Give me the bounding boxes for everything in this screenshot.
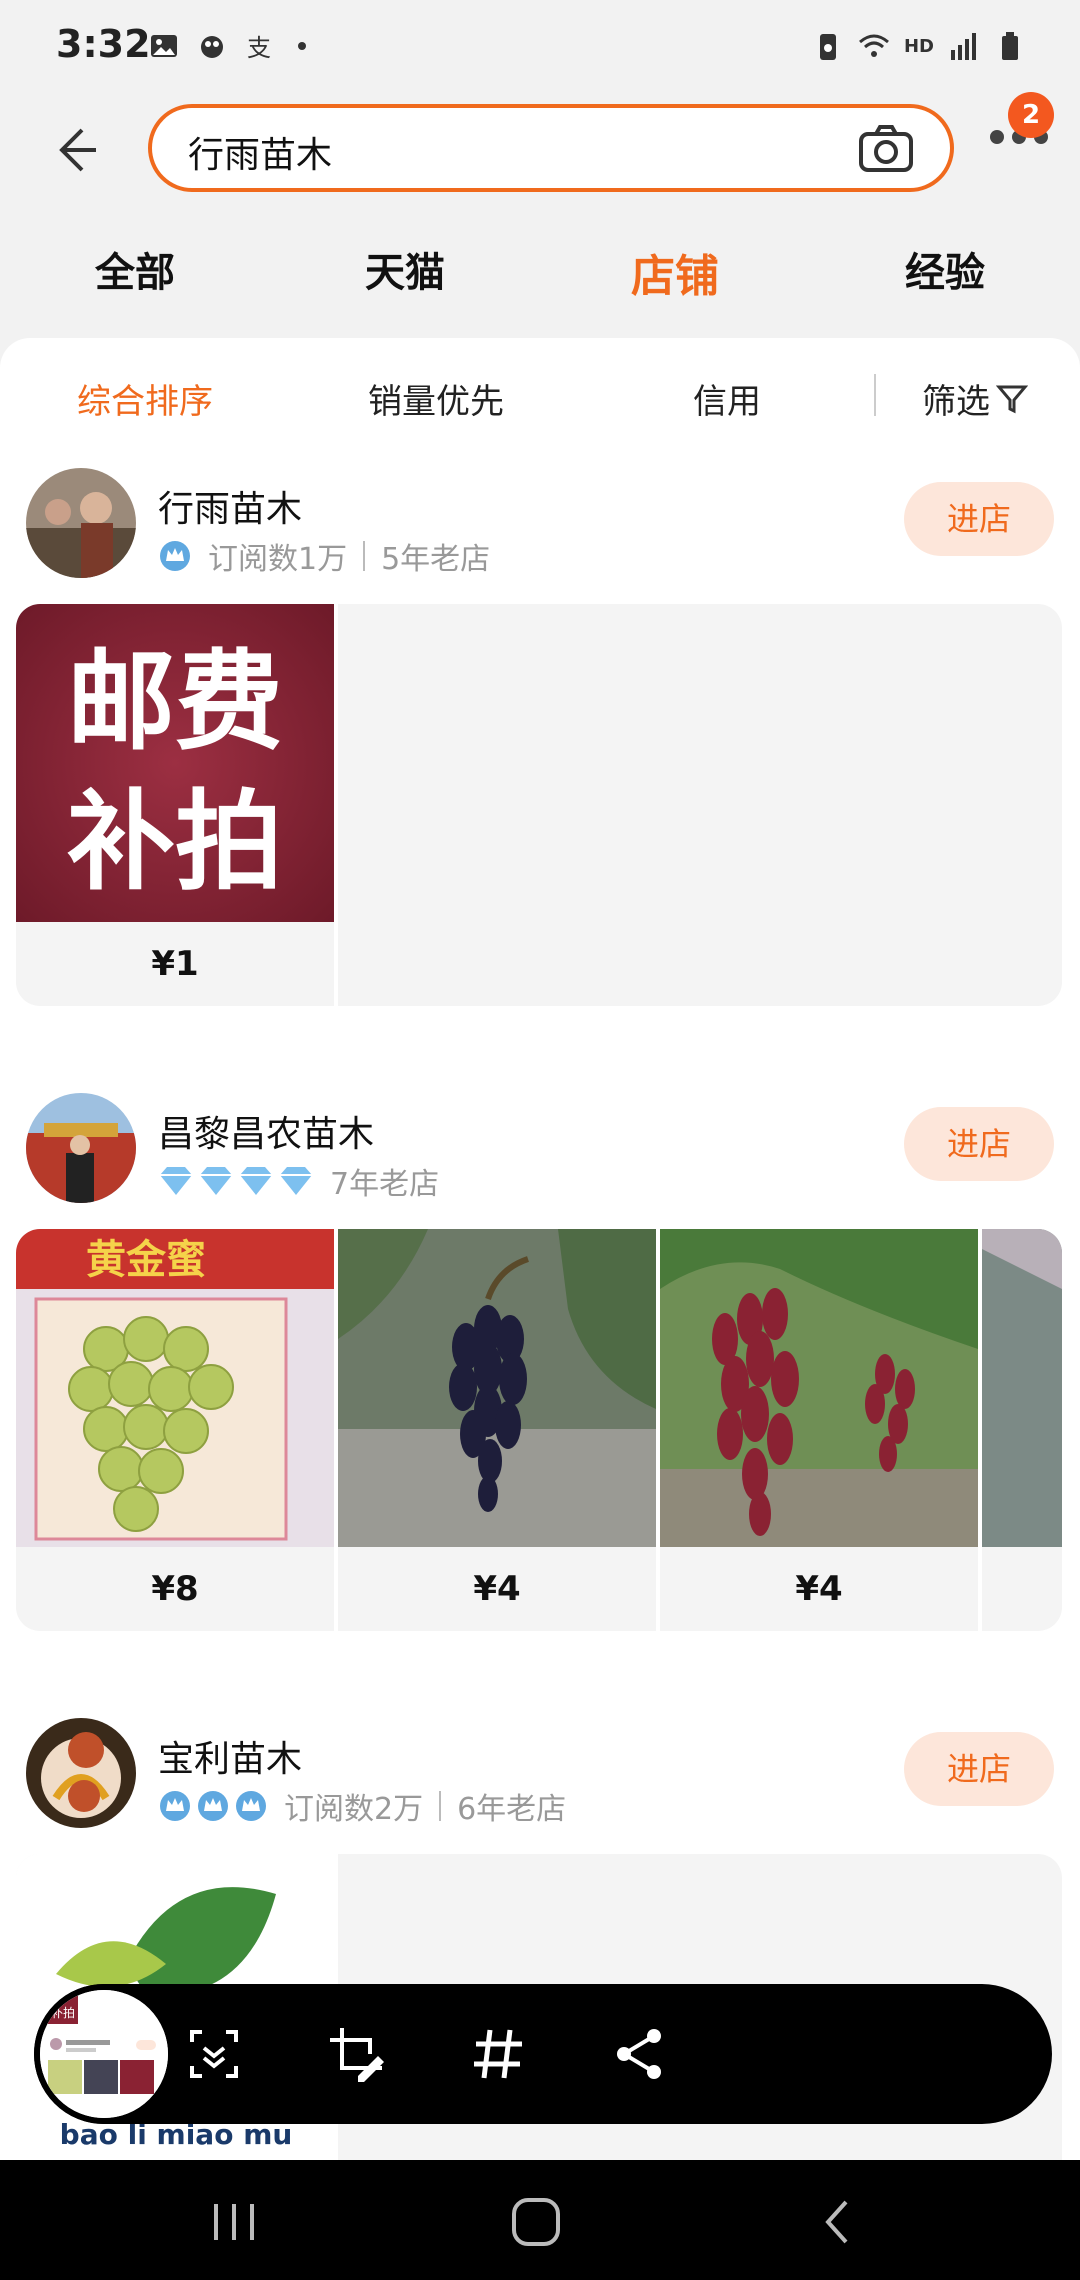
gallery-icon (151, 35, 177, 57)
signal-icon (951, 33, 976, 60)
shop-subscribers: 订阅数1万 (208, 542, 348, 577)
notification-badge: 2 (1008, 92, 1054, 138)
battery-saver-icon (819, 34, 836, 60)
enter-shop-button[interactable]: 进店 (904, 1732, 1054, 1806)
tab-all[interactable]: 全部 (95, 240, 175, 298)
app-icon (201, 36, 223, 58)
tab-experience[interactable]: 经验 (905, 240, 985, 298)
shop-meta: 订阅数2万 6年老店 (158, 1784, 566, 1828)
shop-name: 宝利苗木 (158, 1739, 303, 1780)
tab-shops[interactable]: 店铺 (631, 240, 719, 304)
system-nav-bar (0, 2160, 1080, 2280)
camera-icon[interactable] (858, 124, 914, 174)
product-price: ¥8 (151, 1569, 199, 1609)
filter-button[interactable]: 筛选 (922, 374, 1028, 423)
sort-divider (874, 374, 876, 416)
product-image (660, 1229, 978, 1547)
shop-age: 6年老店 (457, 1792, 567, 1827)
results-panel: 综合排序 销量优先 信用 筛选 行雨苗木 订阅数1万 5年老店 进店 邮费 补拍… (0, 338, 1080, 2184)
shop-name: 昌黎昌农苗木 (158, 1114, 375, 1155)
meta-divider (439, 1791, 442, 1821)
scroll-capture-icon[interactable] (184, 2024, 244, 2084)
filter-funnel-icon (996, 385, 1028, 413)
hashtag-icon[interactable] (468, 2024, 528, 2084)
battery-icon (1002, 32, 1018, 60)
wifi-icon (859, 34, 889, 57)
search-input[interactable]: 行雨苗木 (148, 104, 954, 192)
shop-products: 黄金蜜 ¥8 ¥4 ¥4 (16, 1229, 1062, 1631)
diamond-badge-icons (158, 1164, 314, 1198)
shop-avatar (26, 1718, 136, 1828)
dot-icon (298, 42, 306, 50)
product-item-partial[interactable] (982, 1229, 1062, 1547)
back-icon[interactable] (812, 2194, 868, 2250)
shop-avatar (26, 1093, 136, 1203)
crown-badge-icons (158, 1789, 268, 1823)
product-price: ¥1 (151, 944, 199, 984)
filter-label: 筛选 (922, 382, 990, 422)
product-image: 邮费 补拍 (16, 604, 334, 922)
back-arrow-icon[interactable] (44, 120, 104, 180)
enter-shop-button[interactable]: 进店 (904, 1107, 1054, 1181)
product-image-text-2: 补拍 (67, 780, 283, 905)
gallery-divider (334, 604, 338, 1006)
status-bar: 3:32 支 HD (0, 0, 1080, 100)
product-image (338, 1229, 656, 1547)
product-image-text-1: 邮费 (67, 640, 283, 765)
home-icon[interactable] (508, 2194, 564, 2250)
sort-bar: 综合排序 销量优先 信用 筛选 (0, 368, 1080, 434)
product-price: ¥4 (473, 1569, 521, 1609)
sort-comprehensive[interactable]: 综合排序 (77, 374, 213, 423)
share-icon[interactable] (610, 2024, 670, 2084)
meta-divider (363, 541, 366, 571)
sort-credit[interactable]: 信用 (693, 374, 761, 423)
status-time: 3:32 (56, 22, 151, 66)
shop-age: 5年老店 (381, 542, 491, 577)
product-image-text: 黄金蜜 (86, 1237, 206, 1283)
status-left-icons: 支 (148, 30, 324, 62)
crop-edit-icon[interactable] (326, 2024, 386, 2084)
product-item[interactable]: ¥4 (338, 1229, 656, 1631)
shop-avatar (26, 468, 136, 578)
product-image: 黄金蜜 (16, 1229, 334, 1547)
product-image (982, 1229, 1062, 1547)
shop-subscribers: 订阅数2万 (284, 1792, 424, 1827)
alipay-icon: 支 (247, 34, 271, 62)
main-tabs: 全部 天猫 店铺 经验 (0, 240, 1080, 310)
enter-shop-button[interactable]: 进店 (904, 482, 1054, 556)
product-item[interactable]: ¥4 (660, 1229, 978, 1631)
tab-tmall[interactable]: 天猫 (365, 240, 445, 298)
svg-text:支: 支 (247, 34, 271, 62)
recents-icon[interactable] (206, 2194, 262, 2250)
network-hd-label: HD (903, 35, 934, 57)
sort-sales[interactable]: 销量优先 (368, 374, 504, 423)
crown-badge-icon (158, 539, 192, 573)
search-query-text: 行雨苗木 (188, 135, 333, 176)
shop-meta: 订阅数1万 5年老店 (158, 534, 490, 578)
status-right-icons: HD (812, 30, 1026, 62)
shop-meta: 7年老店 (158, 1159, 439, 1203)
product-price: ¥4 (795, 1569, 843, 1609)
product-item[interactable]: 黄金蜜 ¥8 (16, 1229, 334, 1631)
product-item[interactable]: 邮费 补拍 ¥1 (16, 604, 334, 1006)
screenshot-toolbar: 补拍 (34, 1984, 1052, 2124)
shop-products: 邮费 补拍 ¥1 (16, 604, 1062, 1006)
shop-name: 行雨苗木 (158, 489, 303, 530)
shop-age: 7年老店 (330, 1167, 440, 1202)
screenshot-thumbnail[interactable]: 补拍 (34, 1984, 174, 2124)
thumb-text: 补拍 (51, 2005, 75, 2020)
